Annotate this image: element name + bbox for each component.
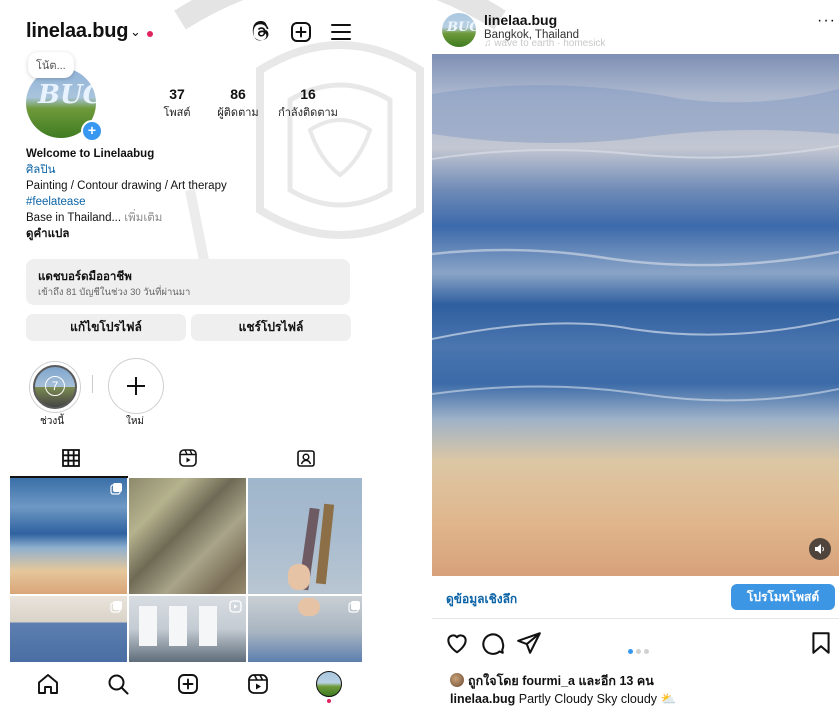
grid-post[interactable] — [129, 478, 246, 594]
liked-by-user[interactable]: fourmi_a — [522, 674, 575, 688]
liker-avatar — [450, 673, 464, 687]
sound-icon[interactable] — [809, 538, 831, 560]
grid-post[interactable] — [248, 596, 362, 662]
bio-hashtag[interactable]: #feelatease — [26, 194, 346, 210]
bio-name: Welcome to Linelaabug — [26, 148, 155, 160]
comment-icon[interactable] — [480, 630, 506, 656]
dashboard-subtitle: เข้าถึง 81 บัญชีในช่วง 30 วันที่ผ่านมา — [38, 287, 191, 298]
avatar-logo-text: BUG — [447, 20, 476, 35]
profile-tabs — [10, 444, 360, 474]
post-author-avatar[interactable]: BUG — [442, 13, 476, 47]
stat-followers-value: 86 — [230, 86, 246, 102]
more-icon[interactable]: ··· — [817, 12, 836, 30]
threads-icon[interactable] — [249, 20, 273, 44]
stat-posts-label: โพสต์ — [163, 107, 191, 119]
profile-username[interactable]: linelaa.bug — [26, 20, 128, 43]
grid-icon[interactable] — [61, 448, 81, 468]
grid-post[interactable] — [129, 596, 246, 662]
post-music[interactable]: ♫ wave to earth · homesick — [484, 38, 605, 49]
liked-by-prefix: ถูกใจโดย — [468, 674, 523, 688]
speaker-icon — [815, 544, 824, 554]
tagged-icon[interactable] — [296, 448, 316, 468]
profile-icon[interactable] — [316, 671, 342, 697]
highlight-badge: 7 — [45, 376, 65, 396]
bio-more-link[interactable]: เพิ่มเติม — [124, 212, 162, 224]
post-image — [432, 54, 839, 576]
new-highlight-button[interactable] — [108, 358, 164, 414]
highlight-recent[interactable]: 7 — [30, 362, 80, 412]
notification-dot — [327, 699, 331, 703]
stat-following[interactable]: 16 กำลังติดตาม — [274, 86, 342, 121]
heart-icon[interactable] — [444, 630, 470, 656]
liked-by-line[interactable]: ถูกใจโดย fourmi_a และอีก 13 คน — [450, 671, 654, 691]
chevron-down-icon[interactable]: ⌄ — [130, 24, 141, 40]
grid-post[interactable] — [248, 478, 362, 594]
new-post-icon[interactable] — [289, 20, 313, 44]
professional-dashboard[interactable]: แดชบอร์ดมืออาชีพ เข้าถึง 81 บัญชีในช่วง … — [26, 259, 350, 305]
stat-posts-value: 37 — [169, 86, 185, 102]
profile-bio: Welcome to Linelaabug ศิลปิน Painting / … — [26, 146, 346, 242]
carousel-dot — [636, 649, 641, 654]
menu-icon[interactable] — [329, 20, 353, 44]
bio-category: ศิลปิน — [26, 164, 56, 176]
caption-username[interactable]: linelaa.bug — [450, 692, 515, 706]
highlight-label: ช่วงนี้ — [39, 416, 65, 427]
post-screen: BUG linelaa.bug Bangkok, Thailand ♫ wave… — [432, 0, 839, 707]
caption-text: Partly Cloudy Sky cloudy ⛅ — [515, 692, 677, 706]
notification-dot — [147, 31, 153, 37]
carousel-dot — [628, 649, 633, 654]
multi-photo-icon — [110, 483, 122, 495]
stat-following-value: 16 — [300, 86, 316, 102]
avatar-logo-text: BUG — [38, 80, 96, 110]
stat-posts[interactable]: 37 โพสต์ — [155, 86, 199, 121]
share-profile-button[interactable]: แชร์โปรไฟล์ — [191, 314, 351, 341]
create-icon[interactable] — [176, 672, 200, 696]
multi-photo-icon — [110, 601, 122, 613]
bookmark-icon[interactable] — [808, 630, 834, 656]
reels-icon[interactable] — [178, 448, 198, 468]
multi-photo-icon — [348, 601, 360, 613]
bio-line: Base in Thailand... — [26, 212, 122, 224]
note-bubble[interactable]: โน้ต... — [28, 52, 74, 78]
profile-screen: linelaa.bug ⌄ BUG โน้ต... + 37 โพสต์ 86 … — [0, 0, 362, 707]
carousel-indicator — [628, 641, 652, 659]
profile-top-bar: linelaa.bug ⌄ — [26, 20, 356, 48]
reels-icon — [229, 600, 242, 613]
carousel-dot — [644, 649, 649, 654]
plus-icon — [127, 377, 145, 395]
stat-following-label: กำลังติดตาม — [278, 107, 338, 119]
highlight-divider — [92, 375, 93, 393]
bio-line: Painting / Contour drawing / Art therapy — [26, 180, 227, 192]
see-translation-link[interactable]: ดูคำแปล — [26, 226, 346, 242]
view-insights-link[interactable]: ดูข้อมูลเชิงลึก — [446, 590, 517, 609]
post-caption: linelaa.bug Partly Cloudy Sky cloudy ⛅ — [450, 692, 676, 707]
reels-nav-icon[interactable] — [246, 672, 270, 696]
stat-followers-label: ผู้ติดตาม — [217, 107, 259, 119]
post-grid — [10, 478, 362, 662]
dashboard-title: แดชบอร์ดมืออาชีพ — [38, 271, 132, 283]
post-author-username[interactable]: linelaa.bug — [484, 12, 557, 28]
search-icon[interactable] — [106, 672, 130, 696]
stat-followers[interactable]: 86 ผู้ติดตาม — [210, 86, 266, 121]
add-story-icon[interactable]: + — [81, 120, 103, 142]
edit-profile-button[interactable]: แก้ไขโปรไฟล์ — [26, 314, 186, 341]
share-icon[interactable] — [516, 630, 542, 656]
grid-post[interactable] — [10, 478, 127, 594]
liked-by-suffix: และอีก 13 คน — [575, 674, 654, 688]
insights-bar: ดูข้อมูลเชิงลึก โปรโมทโพสต์ — [432, 576, 839, 619]
post-photo[interactable] — [432, 54, 839, 576]
promote-post-button[interactable]: โปรโมทโพสต์ — [731, 584, 835, 610]
grid-post[interactable] — [10, 596, 127, 662]
home-icon[interactable] — [36, 672, 60, 696]
bottom-nav — [0, 662, 362, 707]
highlight-label: ใหม่ — [125, 416, 145, 427]
